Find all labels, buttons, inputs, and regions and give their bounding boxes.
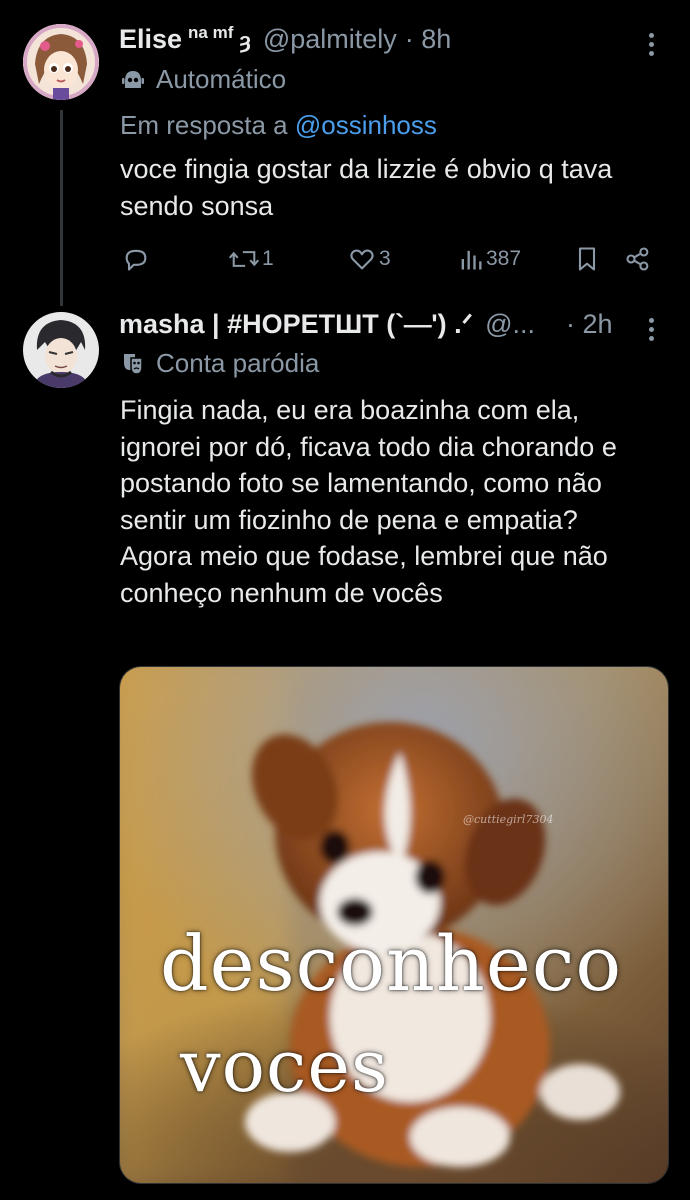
handle[interactable]: @... xyxy=(485,309,535,340)
tweet-1-text: voce fingia gostar da lizzie é obvio q t… xyxy=(120,154,613,221)
views-button[interactable]: 387 xyxy=(458,245,521,273)
heart-icon xyxy=(350,249,374,270)
reply-context: Em resposta a @ossinhoss xyxy=(120,110,437,141)
reply-to-handle[interactable]: @ossinhoss xyxy=(295,110,437,140)
retweet-icon xyxy=(228,251,260,267)
avatar-elise[interactable] xyxy=(23,24,99,100)
reply-icon xyxy=(125,249,147,271)
more-options-icon[interactable] xyxy=(649,33,655,60)
retweet-button[interactable]: 1 xyxy=(228,245,274,273)
display-name[interactable]: masha | #HOPETШT (`⎯⎯') .ᐟ xyxy=(119,309,473,341)
more-options-icon[interactable] xyxy=(649,318,655,345)
like-count: 3 xyxy=(379,247,391,270)
timestamp[interactable]: · 8h xyxy=(405,24,452,55)
parody-label-text: Conta paródia xyxy=(156,347,320,378)
name-suffix: na mf xyxy=(188,23,234,42)
share-button[interactable] xyxy=(624,245,652,273)
display-name[interactable]: Elise xyxy=(119,24,182,55)
name-emoji: ȝ xyxy=(239,28,251,53)
share-icon xyxy=(626,247,649,271)
bookmark-button[interactable] xyxy=(575,245,599,273)
tweet-1-header: Elise na mf ȝ @palmitely · 8h xyxy=(119,23,452,60)
retweet-count: 1 xyxy=(262,247,274,270)
tweet-2-text: Fingia nada, eu era boazinha com ela, ig… xyxy=(120,395,617,608)
image-watermark: @cuttiegirl7304 xyxy=(463,813,554,826)
automated-label: Automático xyxy=(120,62,286,96)
tweet-2-header: masha | #HOPETШT (`⎯⎯') .ᐟ @... xyxy=(119,309,535,345)
bookmark-icon xyxy=(578,247,596,271)
reply-button[interactable] xyxy=(122,245,150,273)
handle[interactable]: @palmitely xyxy=(263,24,397,55)
like-button[interactable]: 3 xyxy=(348,245,391,273)
meme-caption-line-1: desconheco xyxy=(160,919,623,1008)
reply-prefix: Em resposta a xyxy=(120,110,288,140)
tweet-image[interactable]: @cuttiegirl7304 desconheco voces xyxy=(119,666,669,1184)
meme-caption-line-2: voces xyxy=(180,1024,389,1108)
parody-label: Conta paródia xyxy=(120,346,319,380)
view-count: 387 xyxy=(486,247,522,270)
automated-label-text: Automático xyxy=(156,63,287,94)
bot-icon xyxy=(122,71,144,88)
theater-masks-icon xyxy=(124,354,143,375)
thread-line xyxy=(60,110,63,306)
views-icon xyxy=(461,250,482,270)
avatar-masha[interactable] xyxy=(23,312,99,388)
timestamp[interactable]: · 2h xyxy=(566,309,613,340)
avatar-elise-illustration xyxy=(23,24,99,100)
avatar-masha-illustration xyxy=(23,312,99,388)
